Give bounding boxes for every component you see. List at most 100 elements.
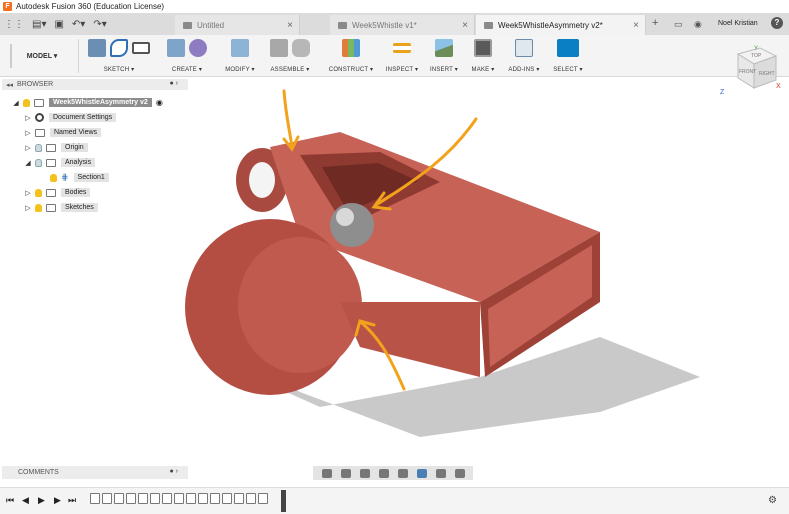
new-tab-icon[interactable]: + [652,17,658,29]
timeline-feature[interactable] [174,493,184,504]
pin-icon[interactable]: ● › [169,80,178,87]
select-group[interactable]: SELECT ▾ [548,35,588,77]
tree-root[interactable]: ◢ Week5WhistleAsymmetry v2 ◉ [12,96,163,109]
timeline-feature[interactable] [210,493,220,504]
expand-arrow-icon[interactable]: ▷ [24,204,32,212]
whistle-side-face[interactable] [340,302,480,377]
rectangle-icon[interactable] [132,42,150,54]
tree-item-label[interactable]: Analysis [61,158,96,167]
assemble-menu-label[interactable]: ASSEMBLE ▾ [264,66,316,73]
tree-item-label[interactable]: Origin [61,143,88,152]
undo-icon[interactable]: ↶▾ [72,19,85,30]
timeline-feature[interactable] [102,493,112,504]
grid-settings-icon[interactable] [435,468,446,478]
go-to-end-icon[interactable]: ⏭ [68,495,76,506]
visibility-bulb-icon[interactable] [50,173,57,182]
timeline-track[interactable] [90,493,290,507]
timeline-feature[interactable] [90,493,100,504]
modify-group[interactable]: MODIFY ▾ [218,35,262,77]
visibility-bulb-icon[interactable] [35,158,42,167]
timeline-feature[interactable] [126,493,136,504]
tab-week5whistle[interactable]: Week5Whistle v1* × [330,15,475,35]
tree-item-bodies[interactable]: ▷ Bodies [24,186,91,199]
timeline-feature[interactable] [150,493,160,504]
fit-icon[interactable] [397,468,408,478]
form-icon[interactable] [189,39,207,57]
assemble-group[interactable]: ASSEMBLE ▾ [264,35,316,77]
root-component-label[interactable]: Week5WhistleAsymmetry v2 [49,98,152,107]
press-pull-icon[interactable] [231,39,249,57]
display-settings-icon[interactable] [416,468,427,478]
tree-item-sketches[interactable]: ▷ Sketches [24,201,98,214]
add-ins-menu-label[interactable]: ADD-INS ▾ [504,66,544,73]
line-icon[interactable] [110,39,128,57]
expand-arrow-icon[interactable]: ▷ [24,114,32,122]
file-menu-icon[interactable]: ▤▾ [32,19,46,30]
go-to-start-icon[interactable]: ⏮ [6,495,14,506]
viewports-icon[interactable] [454,468,465,478]
tab-close-icon[interactable]: × [287,20,293,31]
pea-ball[interactable] [330,203,374,247]
visibility-bulb-icon[interactable] [35,143,42,152]
insert-menu-label[interactable]: INSERT ▾ [426,66,462,73]
construct-group[interactable]: CONSTRUCT ▾ [322,35,380,77]
redo-icon[interactable]: ↷▾ [93,19,106,30]
joint-icon[interactable] [292,39,310,57]
construct-menu-label[interactable]: CONSTRUCT ▾ [322,66,380,73]
timeline-feature[interactable] [258,493,268,504]
clock-icon[interactable]: ◉ [694,19,702,30]
step-back-icon[interactable]: ◀ [22,495,29,506]
tree-item-named-views[interactable]: ▷ Named Views [24,126,102,139]
workspace-switcher[interactable]: MODEL ▾ [10,44,72,68]
make-menu-label[interactable]: MAKE ▾ [466,66,500,73]
tree-item-label[interactable]: Bodies [61,188,91,197]
timeline-marker[interactable] [281,490,286,512]
zoom-icon[interactable] [378,468,389,478]
tree-item-origin[interactable]: ▷ Origin [24,141,88,154]
timeline-settings-icon[interactable]: ⚙ [768,495,777,506]
scripts-icon[interactable] [515,39,533,57]
job-status-icon[interactable]: ▭ [674,19,683,30]
expand-arrow-icon[interactable]: ▷ [24,144,32,152]
whistle-model[interactable] [0,77,789,467]
expand-arrow-icon[interactable]: ◢ [24,159,32,167]
expand-arrow-icon[interactable]: ▷ [24,189,32,197]
new-component-icon[interactable] [270,39,288,57]
3d-print-icon[interactable] [474,39,492,57]
insert-image-icon[interactable] [435,39,453,57]
look-at-icon[interactable] [340,468,351,478]
select-cursor-icon[interactable] [557,39,579,57]
user-name[interactable]: Noel Kristian [718,20,758,27]
tab-week5whistleasymmetry[interactable]: Week5WhistleAsymmetry v2* × [476,15,646,35]
timeline-feature[interactable] [186,493,196,504]
tree-item-label[interactable]: Sketches [61,203,98,212]
create-menu-label[interactable]: CREATE ▾ [160,66,214,73]
select-menu-label[interactable]: SELECT ▾ [548,66,588,73]
visibility-bulb-icon[interactable] [35,188,42,197]
timeline-feature[interactable] [234,493,244,504]
insert-group[interactable]: INSERT ▾ [426,35,462,77]
timeline-feature[interactable] [246,493,256,504]
sketch-group[interactable]: SKETCH ▾ [80,35,158,77]
timeline-feature[interactable] [162,493,172,504]
step-forward-icon[interactable]: ▶ [54,495,61,506]
activate-radio-icon[interactable]: ◉ [156,98,163,107]
browser-panel-header[interactable]: ◂◂ BROWSER ● › [2,79,188,90]
offset-plane-icon[interactable] [342,39,360,57]
save-icon[interactable]: ▣ [54,19,63,30]
tab-close-icon[interactable]: × [462,20,468,31]
tree-item-label[interactable]: Section1 [73,173,109,182]
play-icon[interactable]: ▶ [38,495,45,506]
modify-menu-label[interactable]: MODIFY ▾ [218,66,262,73]
measure-icon[interactable] [393,43,411,53]
visibility-bulb-icon[interactable] [35,203,42,212]
collapse-icon[interactable]: ◂◂ [6,81,13,89]
tab-untitled[interactable]: Untitled × [175,15,300,35]
inspect-group[interactable]: INSPECT ▾ [380,35,424,77]
timeline-feature[interactable] [222,493,232,504]
orbit-icon[interactable] [321,468,332,478]
inspect-menu-label[interactable]: INSPECT ▾ [380,66,424,73]
add-ins-group[interactable]: ADD-INS ▾ [504,35,544,77]
timeline-feature[interactable] [114,493,124,504]
pan-icon[interactable] [359,468,370,478]
